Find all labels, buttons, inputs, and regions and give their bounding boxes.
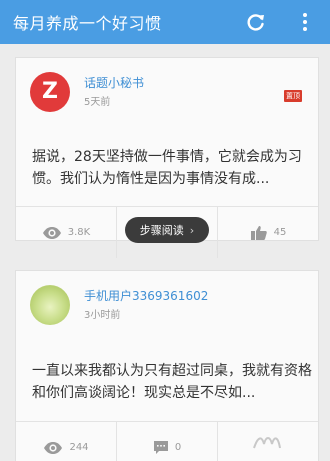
views-button[interactable]: 3.8K xyxy=(16,207,117,258)
post-time: 5天前 xyxy=(84,97,111,108)
post-card[interactable]: Z 话题小秘书 5天前 置顶 据说，28天坚持做一件事情，它就会成为习惯。我们认… xyxy=(15,57,319,258)
eye-icon xyxy=(44,441,63,454)
avatar[interactable]: Z xyxy=(30,72,70,112)
like-button[interactable]: 45 xyxy=(218,207,318,258)
post-time: 3小时前 xyxy=(84,310,121,321)
views-count: 244 xyxy=(69,442,89,453)
comments-count: 0 xyxy=(174,442,182,453)
toast-label: 步骤阅读 xyxy=(139,224,184,237)
pinned-badge: 置顶 xyxy=(284,90,302,102)
more-vertical-icon[interactable] xyxy=(297,10,313,34)
post-excerpt[interactable]: 一直以来我都认为只有超过同桌，我就有资格和你们高谈阔论！现实总是不尽如... xyxy=(32,360,312,404)
refresh-icon[interactable] xyxy=(245,11,267,33)
views-button[interactable]: 244 xyxy=(16,422,117,461)
views-count: 3.8K xyxy=(67,227,91,238)
comment-button[interactable]: 0 xyxy=(117,422,218,461)
post-excerpt[interactable]: 据说，28天坚持做一件事情，它就会成为习惯。我们认为惰性是因为事情没有成... xyxy=(32,146,312,190)
app-bar: 每月养成一个好习惯 xyxy=(0,0,330,44)
page-title: 每月养成一个好习惯 xyxy=(13,14,162,33)
user-name[interactable]: 手机用户3369361602 xyxy=(84,287,208,304)
watermark-logo xyxy=(252,432,282,452)
chevron-right-icon: › xyxy=(189,223,195,237)
likes-count: 45 xyxy=(273,227,287,238)
avatar[interactable] xyxy=(30,285,70,325)
eye-icon xyxy=(42,226,61,239)
step-read-toast[interactable]: 步骤阅读 › xyxy=(125,217,209,243)
thumbs-up-icon xyxy=(250,225,267,240)
user-name[interactable]: 话题小秘书 xyxy=(84,74,144,91)
comment-icon xyxy=(153,441,168,454)
avatar-letter: Z xyxy=(42,79,58,104)
